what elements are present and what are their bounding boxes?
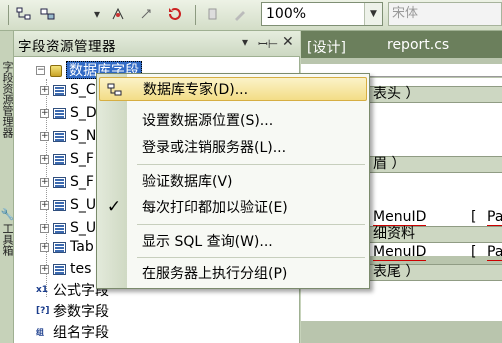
bracket-icon: [ — [471, 244, 477, 260]
pin-icon[interactable]: ꟷ⊢ — [258, 35, 278, 52]
tree-view-icon[interactable] — [14, 4, 34, 24]
expand-icon[interactable]: + — [40, 242, 49, 252]
menu-item-verify-on-print[interactable]: ✓ 每次打印都加以验证(E) — [99, 195, 367, 219]
tab-report-cs[interactable]: report.cs — [387, 37, 449, 53]
font-value: 宋体 — [392, 6, 419, 21]
zoom-combobox[interactable]: 100% ▼ — [261, 2, 383, 26]
menu-item-label: 显示 SQL 查询(W)... — [142, 234, 273, 250]
tree-item-table[interactable]: + S_C — [40, 81, 96, 99]
expand-icon[interactable]: + — [40, 177, 49, 187]
menu-item-label: 每次打印都加以验证(E) — [142, 200, 288, 216]
table-icon — [53, 199, 66, 211]
vtab-field-explorer[interactable]: 字段资源管理器 — [1, 61, 14, 138]
expand-icon[interactable]: + — [40, 131, 49, 141]
table-icon — [53, 107, 66, 119]
table-label: S_F — [70, 151, 94, 167]
brush-icon[interactable] — [230, 4, 250, 24]
tree-item-table[interactable]: + S_F — [40, 150, 94, 168]
menu-separator — [137, 164, 365, 165]
menu-item-label: 设置数据源位置(S)... — [142, 113, 274, 129]
vtab-wrench-icon[interactable]: 🔧 — [1, 207, 14, 220]
tree-item-table[interactable]: + Tab — [40, 238, 94, 256]
panel-title: 字段资源管理器 — [18, 39, 116, 55]
expand-icon[interactable]: + — [40, 200, 49, 210]
expand-icon[interactable]: + — [40, 264, 49, 274]
font-combobox[interactable]: 宋体 — [388, 2, 502, 26]
formula-icon[interactable] — [108, 4, 128, 24]
field-pa[interactable]: Pa — [487, 244, 502, 261]
menu-item-database-expert[interactable]: 数据库专家(D)... — [99, 77, 367, 101]
table-label: tes — [70, 261, 92, 277]
database-icon — [49, 64, 62, 77]
tree-item-table[interactable]: + S_U — [40, 196, 96, 214]
vertical-tab-strip: 字段资源管理器 🔧 工具箱 — [0, 31, 14, 343]
chevron-down-icon[interactable]: ▾ — [242, 35, 248, 49]
expand-icon[interactable]: + — [40, 108, 49, 118]
table-icon — [53, 130, 66, 142]
field-pa[interactable]: Pa — [487, 209, 502, 226]
menu-item-server-side-grouping[interactable]: 在服务器上执行分组(P) — [99, 261, 367, 285]
table-label: S_N — [70, 128, 97, 144]
expand-icon[interactable]: + — [40, 154, 49, 164]
menu-item-show-sql-query[interactable]: 显示 SQL 查询(W)... — [99, 229, 367, 253]
collapse-icon[interactable]: − — [36, 65, 45, 75]
dropdown-arrow-icon[interactable]: ▾ — [92, 4, 102, 24]
edit-icon[interactable] — [203, 4, 223, 24]
table-label: S_F — [70, 174, 94, 190]
toolbar-separator — [195, 5, 196, 25]
document-tab-bar: [设计] report.cs — [301, 31, 502, 58]
field-menuid[interactable]: MenuID — [373, 244, 427, 261]
tree-item-group-name-fields[interactable]: 组组名字段 — [36, 323, 109, 341]
menu-item-verify-database[interactable]: 验证数据库(V) — [99, 169, 367, 193]
formula-field-icon: x1 — [36, 284, 49, 295]
select-icon[interactable] — [136, 4, 156, 24]
field-menuid[interactable]: MenuID — [373, 209, 427, 226]
tree-item-table[interactable]: + S_U — [40, 219, 96, 237]
tab-design[interactable]: [设计] — [307, 37, 346, 57]
group-field-icon: 组 — [36, 327, 44, 337]
tree-item-table[interactable]: + tes — [40, 260, 91, 278]
menu-separator — [137, 257, 365, 258]
table-icon — [53, 263, 66, 275]
menu-item-label: 验证数据库(V) — [142, 174, 233, 190]
table-icon — [53, 222, 66, 234]
table-label: Tab — [70, 239, 94, 255]
tree-item-parameter-fields[interactable]: [?] 参数字段 — [36, 302, 109, 320]
toolbar-separator — [8, 5, 9, 25]
expand-icon[interactable]: + — [40, 223, 49, 233]
table-icon — [53, 176, 66, 188]
panel-header: 字段资源管理器 ▾ ꟷ⊢ ✕ — [14, 31, 300, 57]
tree-item-table[interactable]: + S_N — [40, 127, 96, 145]
table-label: S_C — [70, 82, 96, 98]
table-label: S_D — [70, 105, 97, 121]
context-menu: 数据库专家(D)... 设置数据源位置(S)... 登录或注销服务器(L)...… — [96, 73, 370, 289]
field-tree-icon[interactable] — [38, 4, 58, 24]
zoom-value: 100% — [266, 6, 307, 22]
chevron-down-icon[interactable]: ▼ — [364, 3, 382, 25]
table-label: S_U — [70, 220, 97, 236]
checkmark-icon: ✓ — [106, 197, 122, 217]
toolbar: ▾ 100% ▼ 宋体 — [0, 0, 502, 31]
table-icon — [53, 241, 66, 253]
refresh-icon[interactable] — [165, 4, 185, 24]
menu-item-label: 登录或注销服务器(L)... — [142, 140, 287, 156]
tree-item-table[interactable]: + S_D — [40, 104, 97, 122]
close-icon[interactable]: ✕ — [282, 34, 294, 50]
menu-item-label: 在服务器上执行分组(P) — [142, 266, 288, 282]
bracket-icon: [ — [471, 209, 477, 225]
parameter-fields-label: 参数字段 — [53, 304, 109, 320]
tree-item-table[interactable]: + S_F — [40, 173, 94, 191]
expand-icon[interactable]: + — [40, 85, 49, 95]
table-label: S_U — [70, 197, 97, 213]
db-expert-icon — [106, 81, 124, 99]
menu-item-label: 数据库专家(D)... — [143, 82, 249, 98]
vtab-toolbox[interactable]: 工具箱 — [1, 223, 14, 256]
parameter-field-icon: [?] — [36, 305, 50, 316]
menu-item-login-logout-server[interactable]: 登录或注销服务器(L)... — [99, 135, 367, 159]
table-icon — [53, 153, 66, 165]
table-icon — [53, 84, 66, 96]
group-name-fields-label: 组名字段 — [53, 325, 109, 341]
menu-separator — [137, 224, 365, 225]
menu-item-set-datasource-location[interactable]: 设置数据源位置(S)... — [99, 108, 367, 132]
